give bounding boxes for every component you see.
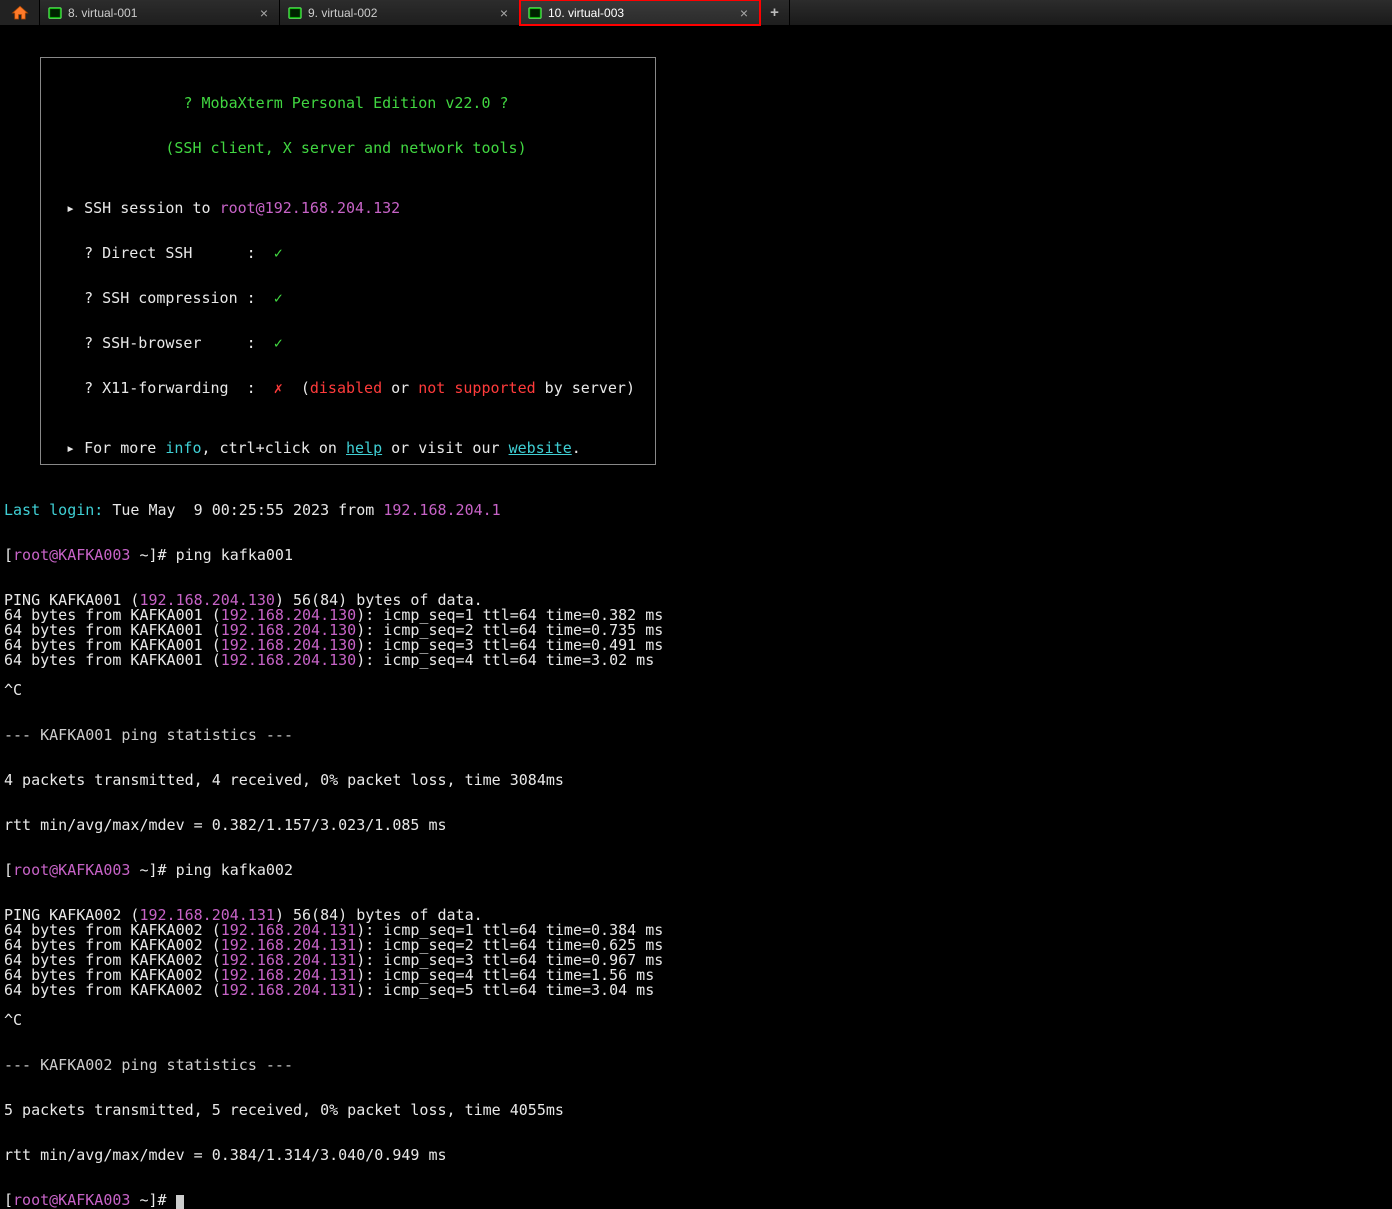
tab-virtual-003[interactable]: 10. virtual-003 ×: [520, 0, 760, 25]
home-icon: [11, 4, 29, 22]
terminal-icon: [288, 6, 302, 20]
tab-bar: 8. virtual-001 × 9. virtual-002 × 10. vi…: [0, 0, 1392, 26]
tab-virtual-001[interactable]: 8. virtual-001 ×: [40, 0, 280, 25]
close-icon[interactable]: ×: [497, 6, 511, 20]
info-link[interactable]: info: [165, 439, 201, 457]
home-tab[interactable]: [0, 0, 40, 25]
command-2: ping kafka002: [176, 861, 293, 879]
terminal-icon: [528, 6, 542, 20]
check-icon: [274, 244, 283, 262]
check-icon: [274, 334, 283, 352]
terminal-output[interactable]: ? MobaXterm Personal Edition v22.0 ? (SS…: [0, 26, 1392, 1209]
ping-reply-line: 64 bytes from KAFKA001 (192.168.204.130)…: [4, 653, 1392, 668]
command-1: ping kafka001: [176, 546, 293, 564]
help-link[interactable]: help: [346, 439, 382, 457]
terminal-icon: [48, 6, 62, 20]
ping1-replies: 64 bytes from KAFKA001 (192.168.204.130)…: [4, 608, 1392, 668]
check-icon: [274, 289, 283, 307]
ping2-replies: 64 bytes from KAFKA002 (192.168.204.131)…: [4, 923, 1392, 998]
banner-subtitle: (SSH client, X server and network tools): [165, 139, 526, 157]
cursor: [176, 1195, 184, 1209]
moba-banner: ? MobaXterm Personal Edition v22.0 ? (SS…: [40, 57, 656, 465]
last-login-label: Last login:: [4, 501, 103, 519]
ssh-target: root@192.168.204.132: [220, 199, 401, 217]
tab-label: 10. virtual-003: [548, 7, 731, 19]
banner-title: ? MobaXterm Personal Edition v22.0 ?: [183, 94, 508, 112]
close-icon[interactable]: ×: [737, 6, 751, 20]
ping-reply-line: 64 bytes from KAFKA002 (192.168.204.131)…: [4, 983, 1392, 998]
tab-label: 8. virtual-001: [68, 7, 251, 19]
website-link[interactable]: website: [509, 439, 572, 457]
new-tab-button[interactable]: +: [760, 0, 790, 25]
tab-virtual-002[interactable]: 9. virtual-002 ×: [280, 0, 520, 25]
tab-label: 9. virtual-002: [308, 7, 491, 19]
cross-icon: [274, 379, 283, 397]
close-icon[interactable]: ×: [257, 6, 271, 20]
